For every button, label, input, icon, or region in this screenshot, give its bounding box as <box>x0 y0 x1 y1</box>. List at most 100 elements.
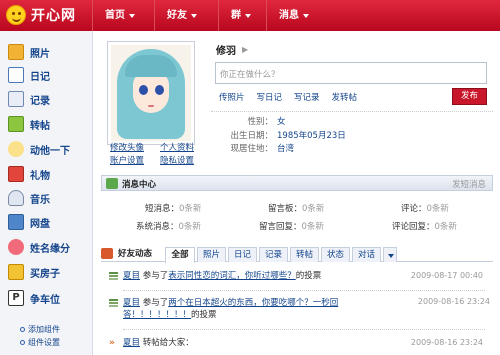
write-record-action[interactable]: 写记录 <box>294 91 320 103</box>
nav-messages[interactable]: 消息 <box>266 0 326 31</box>
send-message-link[interactable]: 发短消息 <box>452 178 486 190</box>
feed-divider <box>123 290 485 291</box>
sidebar-item-gift[interactable]: 礼物 <box>8 163 50 185</box>
nav-home[interactable]: 首页 <box>92 0 154 31</box>
feed-text: 的投票 <box>295 271 322 281</box>
nav-friends-label: 好友 <box>167 10 187 21</box>
msg-count: 0条新 <box>301 222 324 232</box>
msg-count: 0条新 <box>178 222 201 232</box>
feed-divider <box>123 329 485 330</box>
repost-share-icon: » <box>109 338 115 348</box>
nav-messages-label: 消息 <box>279 10 299 21</box>
msg-label: 评论回复： <box>392 222 435 232</box>
record-icon <box>8 91 24 107</box>
sidebar-item-diary[interactable]: 日记 <box>8 64 50 86</box>
chevron-down-icon <box>303 13 309 18</box>
profile-info-link[interactable]: 个人资料 <box>160 141 194 153</box>
feed-text: 参与了 <box>142 298 169 308</box>
tab-diary[interactable]: 日记 <box>228 247 257 262</box>
repost-action[interactable]: 发转帖 <box>332 91 358 103</box>
write-diary-action[interactable]: 写日记 <box>257 91 283 103</box>
sidebar-item-disk[interactable]: 网盘 <box>8 211 50 233</box>
sidebar-item-label: 动他一下 <box>30 145 70 157</box>
avatar-eye-left <box>139 85 148 95</box>
sidebar-item-house[interactable]: 买房子 <box>8 261 60 283</box>
feed-user-link[interactable]: 夏目 <box>123 298 140 308</box>
nav-groups-label: 群 <box>231 10 241 21</box>
info-label: 现居住地： <box>230 144 273 154</box>
sidebar-item-label: 争车位 <box>30 294 60 306</box>
sidebar-item-music[interactable]: 音乐 <box>8 187 50 209</box>
disk-icon <box>8 214 24 230</box>
msg-label: 留言回复： <box>259 222 302 232</box>
msg-comment[interactable]: 评论：0条新 <box>401 202 449 214</box>
message-center-header: 消息中心 发短消息 <box>101 175 493 191</box>
main-content: 修改头像 个人资料 账户设置 隐私设置 修羽 ▶ 你正在做什么？ 传照片 写日记… <box>93 31 500 355</box>
status-input[interactable]: 你正在做什么？ <box>215 62 487 84</box>
account-settings-link[interactable]: 账户设置 <box>110 154 144 166</box>
sidebar-item-label: 音乐 <box>30 194 50 206</box>
tab-record[interactable]: 记录 <box>259 247 288 262</box>
msg-label: 短消息： <box>145 204 180 214</box>
msg-comment-reply[interactable]: 评论回复：0条新 <box>392 220 457 232</box>
feed-vote-link[interactable]: 表示同性恋的词汇，你听过哪些？ <box>168 271 296 281</box>
add-widget-label: 添加组件 <box>28 325 60 334</box>
tab-repost[interactable]: 转帖 <box>290 247 319 262</box>
feed-time: 2009-08-16 23:24 <box>417 297 490 306</box>
widget-settings-link[interactable]: 组件设置 <box>20 337 60 348</box>
sidebar-item-label: 照片 <box>30 48 50 60</box>
feed-tabs-bar: 好友动态 全部 照片 日记 记录 转帖 状态 对话 <box>101 246 493 263</box>
tab-more[interactable] <box>383 247 397 262</box>
edit-avatar-link[interactable]: 修改头像 <box>110 141 144 153</box>
sidebar-item-record[interactable]: 记录 <box>8 88 50 110</box>
friends-icon <box>101 247 113 259</box>
info-value: 女 <box>277 117 286 127</box>
msg-board-reply[interactable]: 留言回复：0条新 <box>259 220 324 232</box>
photo-icon <box>8 44 24 60</box>
nav-friends[interactable]: 好友 <box>154 0 218 31</box>
msg-count: 0条新 <box>302 204 325 214</box>
msg-board[interactable]: 留言板：0条新 <box>268 202 324 214</box>
feed-text: 参与了 <box>142 271 169 281</box>
sidebar-item-label: 姓名缘分 <box>30 243 70 255</box>
privacy-settings-link[interactable]: 隐私设置 <box>160 154 194 166</box>
tab-status[interactable]: 状态 <box>321 247 350 262</box>
chevron-right-icon: ▶ <box>242 45 249 54</box>
tab-all[interactable]: 全部 <box>165 247 195 263</box>
info-value: 1985年05月23日 <box>277 131 346 141</box>
site-logo[interactable]: 开心网 <box>6 5 76 25</box>
tab-photo[interactable]: 照片 <box>197 247 226 262</box>
chevron-down-icon <box>129 13 135 18</box>
sidebar-item-photo[interactable]: 照片 <box>8 41 50 63</box>
sidebar-item-repost[interactable]: 转帖 <box>8 113 50 135</box>
logo-text: 开心网 <box>31 8 76 24</box>
chevron-down-icon <box>191 13 197 18</box>
feed-user-link[interactable]: 夏目 <box>123 338 140 348</box>
sidebar-item-label: 买房子 <box>30 268 60 280</box>
feed-item: 夏目 参与了表示同性恋的词汇，你听过哪些？的投票 2009-08-17 00:4… <box>109 270 493 282</box>
msg-short[interactable]: 短消息：0条新 <box>145 202 201 214</box>
msg-count: 0条新 <box>179 204 202 214</box>
upload-photo-action[interactable]: 传照片 <box>219 91 245 103</box>
feed-text: 的投票 <box>191 310 217 320</box>
avatar-frame[interactable] <box>107 41 195 145</box>
feed-text: 转帖给大家： <box>142 338 194 348</box>
sidebar-item-poke[interactable]: 动他一下 <box>8 138 70 160</box>
repost-icon <box>8 116 24 132</box>
vote-icon <box>109 299 118 307</box>
tab-dialog[interactable]: 对话 <box>352 247 381 262</box>
message-icon <box>106 178 118 189</box>
msg-count: 0条新 <box>426 204 449 214</box>
sidebar-item-label: 记录 <box>30 95 50 107</box>
publish-button[interactable]: 发布 <box>452 88 487 105</box>
msg-system[interactable]: 系统消息：0条新 <box>136 220 201 232</box>
sidebar-item-name-match[interactable]: 姓名缘分 <box>8 236 70 258</box>
post-actions: 传照片 写日记 写记录 发转帖 <box>219 91 369 103</box>
nav-groups[interactable]: 群 <box>218 0 266 31</box>
sidebar-item-parking[interactable]: P 争车位 <box>8 287 60 309</box>
feed-user-link[interactable]: 夏目 <box>123 271 140 281</box>
sidebar-item-label: 转帖 <box>30 120 50 132</box>
add-widget-link[interactable]: 添加组件 <box>20 324 60 335</box>
profile-username[interactable]: 修羽 ▶ <box>216 42 248 57</box>
divider <box>211 111 493 112</box>
